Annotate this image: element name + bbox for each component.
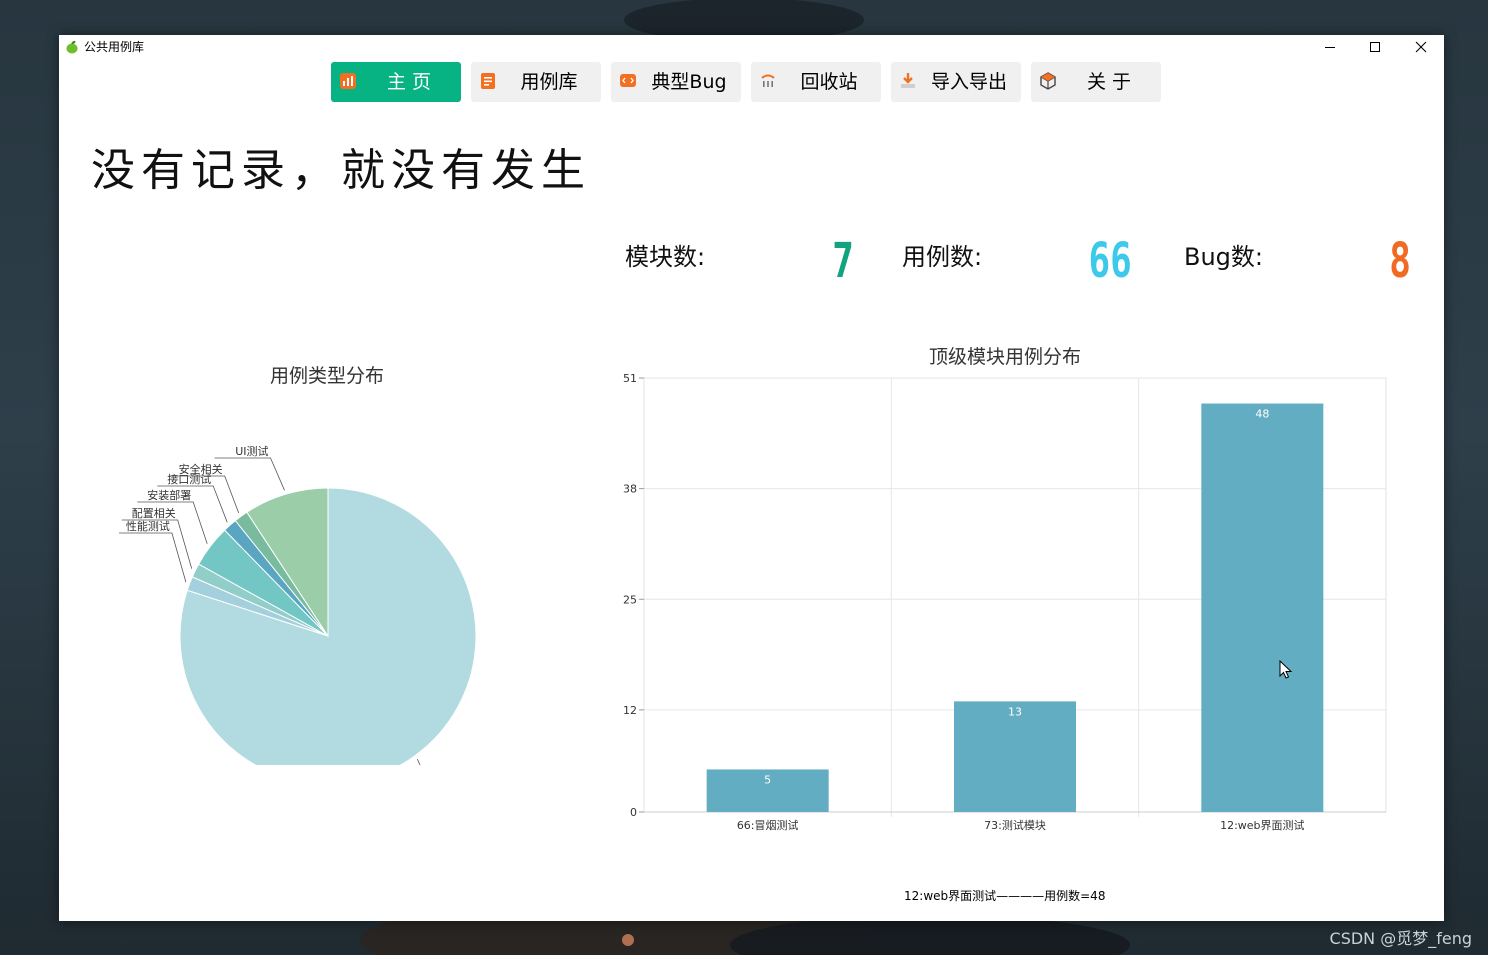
y-tick-label: 25 xyxy=(623,593,637,606)
cases-count: 66 xyxy=(1088,233,1132,289)
mouse-cursor-icon xyxy=(1279,660,1293,679)
pie-chart-title: 用例类型分布 xyxy=(269,365,384,387)
pie-slice-label: 安装部署 xyxy=(147,488,191,502)
nav-home-button[interactable]: 主 页 xyxy=(331,62,461,102)
pie-slice-label: 配置相关 xyxy=(132,506,176,520)
app-window: 公共用例库 主 页 用例库 典型Bug 回收站 导入导出 关 于 没有记录，就没… xyxy=(59,35,1444,921)
notebook-icon xyxy=(481,73,495,89)
chart-icon xyxy=(340,73,356,89)
nav-bug-button[interactable]: 典型Bug xyxy=(611,62,741,102)
maximize-icon xyxy=(1370,42,1380,52)
nav-cases-button[interactable]: 用例库 xyxy=(471,62,601,102)
pie-leader-line xyxy=(119,532,187,583)
bar-2[interactable] xyxy=(1201,403,1324,812)
x-category-label: 66:冒烟测试 xyxy=(737,818,799,832)
pie-label-2: 配置相关 xyxy=(121,506,193,569)
minimize-icon xyxy=(1325,47,1335,48)
pie-slice-label: UI测试 xyxy=(235,445,268,458)
nav-cases-label: 用例库 xyxy=(520,71,578,93)
bar-value-label: 48 xyxy=(1255,408,1269,421)
close-icon xyxy=(1415,41,1427,53)
x-category-label: 73:测试模块 xyxy=(984,819,1046,832)
nav-about-label: 关 于 xyxy=(1086,71,1132,93)
x-category-label: 12:web界面测试 xyxy=(1220,819,1304,832)
pie-leader-line xyxy=(416,758,421,765)
nav-bug-label: 典型Bug xyxy=(651,71,727,93)
hover-status-text: 12:web界面测试————用例数=48 xyxy=(904,889,1106,903)
title-bar[interactable]: 公共用例库 xyxy=(59,35,1444,59)
bugs-count: 8 xyxy=(1389,233,1411,289)
y-tick-label: 12 xyxy=(623,704,637,717)
nav-recycle-button[interactable]: 回收站 xyxy=(751,62,881,102)
pie-slice-label: 安全相关 xyxy=(179,462,223,476)
modules-label: 模块数: xyxy=(625,243,706,271)
nav-import-export-button[interactable]: 导入导出 xyxy=(891,62,1021,102)
window-title: 公共用例库 xyxy=(84,40,145,54)
y-tick-label: 51 xyxy=(623,372,637,385)
cases-label: 用例数: xyxy=(902,243,983,271)
pie-label-5: 安全相关 xyxy=(168,462,240,514)
nav-import-export-label: 导入导出 xyxy=(930,71,1007,93)
modules-count: 7 xyxy=(832,233,854,289)
pie-label-1: 性能测试 xyxy=(119,519,187,583)
pie-slice-label: 性能测试 xyxy=(126,519,170,533)
y-tick-label: 0 xyxy=(630,806,637,819)
y-tick-label: 38 xyxy=(623,483,637,496)
bugs-label: Bug数: xyxy=(1184,243,1263,271)
pie-label-0: 功能测试 xyxy=(416,758,421,765)
nav-recycle-label: 回收站 xyxy=(800,71,858,93)
minimize-button[interactable] xyxy=(1307,35,1353,59)
watermark-text: CSDN @觅梦_feng xyxy=(1329,929,1472,948)
close-button[interactable] xyxy=(1398,35,1444,59)
bar-value-label: 5 xyxy=(764,773,771,786)
nav-about-button[interactable]: 关 于 xyxy=(1031,62,1161,102)
case-type-pie-chart: 功能测试性能测试配置相关安装部署接口测试安全相关UI测试 xyxy=(119,445,477,765)
maximize-button[interactable] xyxy=(1352,35,1398,59)
trash-icon xyxy=(761,74,775,87)
bar-value-label: 13 xyxy=(1008,705,1022,718)
pie-leader-line xyxy=(214,457,285,491)
slogan-text: 没有记录，就没有发生 xyxy=(91,145,591,196)
code-icon xyxy=(620,74,636,87)
apple-icon xyxy=(66,40,78,54)
module-bar-chart: 0 12 25 38 51 5 66:冒烟测试 13 73:测试模块 48 12:web界面测试 xyxy=(623,372,1387,832)
cube-icon xyxy=(1040,72,1056,90)
nav-home-label: 主 页 xyxy=(386,71,432,93)
download-icon xyxy=(901,73,915,88)
pie-label-6: UI测试 xyxy=(214,445,285,491)
